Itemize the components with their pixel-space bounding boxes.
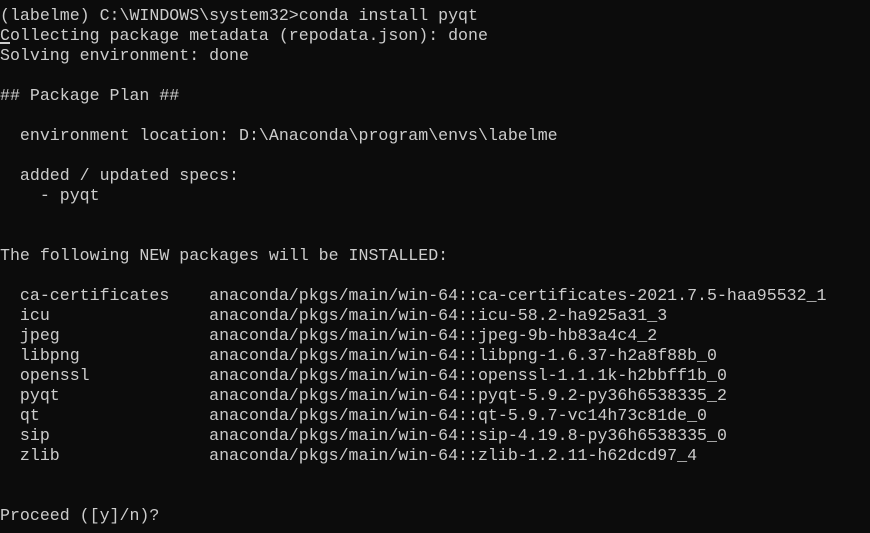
terminal-line: qt anaconda/pkgs/main/win-64::qt-5.9.7-v… (0, 406, 708, 425)
terminal-line: zlib anaconda/pkgs/main/win-64::zlib-1.2… (0, 446, 698, 465)
terminal-line: openssl anaconda/pkgs/main/win-64::opens… (0, 366, 727, 385)
terminal-line: libpng anaconda/pkgs/main/win-64::libpng… (0, 346, 717, 365)
terminal-line: Proceed ([y]/n)? (0, 506, 160, 525)
terminal-line: sip anaconda/pkgs/main/win-64::sip-4.19.… (0, 426, 727, 445)
terminal-line: Solving environment: done (0, 46, 249, 65)
terminal-line: icu anaconda/pkgs/main/win-64::icu-58.2-… (0, 306, 668, 325)
terminal-line: Collecting package metadata (repodata.js… (0, 26, 488, 45)
terminal-line: pyqt anaconda/pkgs/main/win-64::pyqt-5.9… (0, 386, 727, 405)
terminal-output[interactable]: (labelme) C:\WINDOWS\system32>conda inst… (0, 6, 870, 526)
terminal-line: added / updated specs: (0, 166, 239, 185)
text-cursor (0, 42, 10, 44)
terminal-line: The following NEW packages will be INSTA… (0, 246, 449, 265)
terminal-line: environment location: D:\Anaconda\progra… (0, 126, 558, 145)
terminal-line: (labelme) C:\WINDOWS\system32>conda inst… (0, 6, 478, 25)
terminal-line: ## Package Plan ## (0, 86, 180, 105)
terminal-line: - pyqt (0, 186, 100, 205)
terminal-line: ca-certificates anaconda/pkgs/main/win-6… (0, 286, 827, 305)
terminal-line: jpeg anaconda/pkgs/main/win-64::jpeg-9b-… (0, 326, 658, 345)
